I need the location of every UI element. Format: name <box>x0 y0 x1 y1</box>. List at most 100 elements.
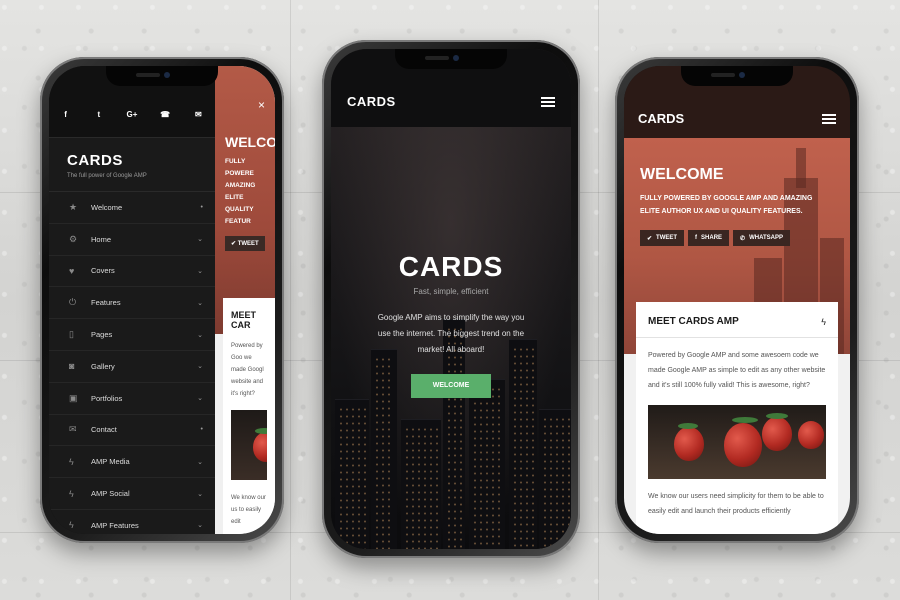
share-button-label: WHATSAPP <box>749 235 783 241</box>
welcome-button[interactable]: WELCOME <box>411 374 491 398</box>
sidebar-brand: CARDS The full power of Google AMP <box>49 138 215 192</box>
page-icon: ▯ <box>69 329 74 340</box>
intro-card: MEET CARDS AMP ϟ Powered by Google AMP a… <box>636 302 838 534</box>
power-icon: ⏻ <box>69 297 77 308</box>
card-title: MEET CAR <box>231 310 257 330</box>
mail-icon[interactable]: ✉ <box>191 110 205 137</box>
close-icon[interactable]: × <box>258 98 265 112</box>
gear-icon: ⚙ <box>69 233 78 244</box>
intro-card: MEET CAR Powered by Goo we made Googl we… <box>223 298 275 534</box>
phone-left: f t G+ ☎ ✉ CARDS The full power of Googl… <box>40 57 284 543</box>
page-behind-sidebar: × WELCO FULLY POWERE AMAZING ELITE QUALI… <box>215 66 275 534</box>
hero-content: CARDS Fast, simple, efficient Google AMP… <box>331 251 571 398</box>
hero-text: FULLY POWERED BY GOOGLE AMP AND AMAZING … <box>640 195 813 215</box>
tweet-button[interactable]: ✔ TWEET <box>225 236 265 251</box>
sidebar-item-amp-social[interactable]: ϟ AMP Social ⌄ <box>49 478 215 510</box>
chevron-down-icon: ⌄ <box>197 299 203 307</box>
divider <box>636 337 838 338</box>
chevron-down-icon: • <box>200 203 203 211</box>
share-button-label: TWEET <box>656 235 678 241</box>
hero-title: CARDS <box>398 251 504 282</box>
sidebar-item-label: Contact <box>91 425 117 435</box>
sidebar-item-features[interactable]: ⏻ Features ⌄ <box>49 287 215 320</box>
chevron-down-icon: ⌄ <box>197 490 203 498</box>
phone-right-screen: CARDS WELCOME FULLY POWERED BY GOOGLE AM… <box>624 66 850 534</box>
sidebar-item-contact[interactable]: ✉ Contact • <box>49 415 215 447</box>
envelope-icon: ✉ <box>69 424 77 435</box>
facebook-icon[interactable]: f <box>59 110 73 137</box>
sidebar-item-label: Portfolios <box>91 393 123 403</box>
sidebar-menu-list: ★ Welcome • ⚙ Home ⌄ ♥ Covers ⌄ ⏻ Features ⌄ ▯ Pages ⌄… <box>49 192 215 534</box>
sidebar-item-label: AMP Social <box>91 489 130 499</box>
phone-notch <box>681 66 793 86</box>
sidebar-item-covers[interactable]: ♥ Covers ⌄ <box>49 256 215 288</box>
facebook-icon: f <box>695 235 698 241</box>
sidebar-item-home[interactable]: ⚙ Home ⌄ <box>49 224 215 256</box>
sidebar-item-label: Covers <box>91 266 115 276</box>
sidebar-item-portfolios[interactable]: ▣ Portfolios ⌄ <box>49 383 215 415</box>
strawberries-image <box>231 410 267 480</box>
share-buttons: ✔ TWEET f SHARE ✆ WHATSAPP <box>640 230 826 246</box>
sidebar-item-label: Welcome <box>91 202 123 212</box>
card-more-text: We know our us to easily edit <box>231 495 266 525</box>
heart-icon: ♥ <box>69 265 75 276</box>
sidebar-item-label: AMP Features <box>91 520 139 530</box>
phone-center: CARDS CARDS Fast, simple, efficient Goog… <box>322 40 580 558</box>
share-button-label: SHARE <box>701 235 723 241</box>
phone-notch <box>395 49 507 69</box>
phone-right: CARDS WELCOME FULLY POWERED BY GOOGLE AM… <box>615 57 859 543</box>
card-text: Powered by Google AMP and some awesoem c… <box>648 352 826 389</box>
hero-title: WELCOME <box>640 166 724 183</box>
hero-text-block: WELCOME FULLY POWERED BY GOOGLE AMP AND … <box>640 166 826 246</box>
card-header: MEET CARDS AMP ϟ <box>648 316 826 327</box>
bolt-icon: ϟ <box>69 520 74 531</box>
chevron-down-icon: ⌄ <box>197 458 203 466</box>
chevron-down-icon: ⌄ <box>197 236 203 244</box>
sidebar-menu: f t G+ ☎ ✉ CARDS The full power of Googl… <box>49 66 215 534</box>
sidebar-item-welcome[interactable]: ★ Welcome • <box>49 192 215 224</box>
bolt-icon: ϟ <box>69 456 74 467</box>
chevron-down-icon: • <box>200 426 203 434</box>
chevron-down-icon: ⌄ <box>197 522 203 530</box>
sidebar-item-label: Pages <box>91 330 113 340</box>
chevron-down-icon: ⌄ <box>197 395 203 403</box>
phone-left-screen: f t G+ ☎ ✉ CARDS The full power of Googl… <box>49 66 275 534</box>
bolt-icon: ϟ <box>821 316 826 327</box>
hero-description: Google AMP aims to simplify the way you … <box>377 313 525 354</box>
hamburger-menu-icon[interactable] <box>541 95 555 109</box>
brand-subtitle: The full power of Google AMP <box>67 173 147 179</box>
whatsapp-icon: ✆ <box>740 235 746 242</box>
star-icon: ★ <box>69 201 78 212</box>
twitter-icon[interactable]: t <box>92 110 106 137</box>
bolt-icon: ϟ <box>69 488 74 499</box>
sidebar-item-gallery[interactable]: ◙ Gallery ⌄ <box>49 351 215 383</box>
sidebar-item-label: Home <box>91 234 112 244</box>
facebook-share-button[interactable]: f SHARE <box>688 230 730 246</box>
phone-notch <box>106 66 218 86</box>
image-icon: ▣ <box>69 392 78 403</box>
twitter-icon: ✔ <box>647 235 653 242</box>
hero-title: WELCO <box>225 134 275 150</box>
phone-icon[interactable]: ☎ <box>158 110 172 137</box>
strawberries-image <box>648 405 826 479</box>
phone-center-screen: CARDS CARDS Fast, simple, efficient Goog… <box>331 49 571 549</box>
chevron-down-icon: ⌄ <box>197 363 203 371</box>
logo[interactable]: CARDS <box>638 111 684 126</box>
logo[interactable]: CARDS <box>347 94 396 109</box>
hero-tagline: Fast, simple, efficient <box>413 287 489 296</box>
card-text: Powered by Goo we made Googl website and… <box>231 343 264 397</box>
hero-text: FULLY POWERE AMAZING ELITE QUALITY FEATU… <box>225 158 256 225</box>
sidebar-item-label: AMP Media <box>91 457 130 467</box>
hamburger-menu-icon[interactable] <box>822 112 836 126</box>
sidebar-item-pages[interactable]: ▯ Pages ⌄ <box>49 319 215 351</box>
camera-icon: ◙ <box>69 361 75 372</box>
google-plus-icon[interactable]: G+ <box>125 110 139 137</box>
tweet-button[interactable]: ✔ TWEET <box>640 230 685 246</box>
sidebar-item-amp-media[interactable]: ϟ AMP Media ⌄ <box>49 446 215 479</box>
card-more-text: We know our users need simplicity for th… <box>648 493 824 515</box>
sidebar-item-label: Features <box>91 298 121 308</box>
sidebar-item-label: Gallery <box>91 361 115 371</box>
sidebar-item-amp-features[interactable]: ϟ AMP Features ⌄ <box>49 510 215 534</box>
chevron-down-icon: ⌄ <box>197 331 203 339</box>
whatsapp-button[interactable]: ✆ WHATSAPP <box>733 230 790 246</box>
